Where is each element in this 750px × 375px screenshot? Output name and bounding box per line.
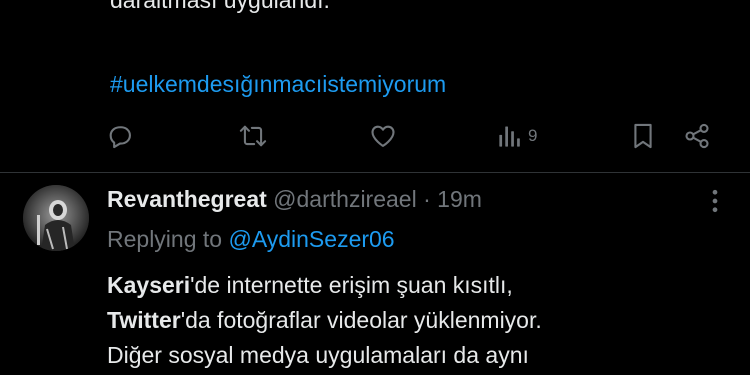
separator-dot: · (423, 186, 431, 212)
line-text: 'de internette erişim şuan kısıtlı, (190, 272, 513, 298)
previous-tweet-text: daraltması uygulandı. (110, 0, 330, 13)
reply-header: Revanthegreat @darthzireael · 19m (107, 184, 482, 214)
user-handle[interactable]: @darthzireael (273, 186, 417, 212)
heart-icon (369, 122, 397, 150)
views-bar-chart-icon (498, 123, 522, 149)
share-button[interactable] (683, 120, 711, 152)
reply-line: Kayseri'de internette erişim şuan kısıtl… (107, 268, 747, 303)
more-options-button[interactable] (700, 186, 730, 216)
tweet-divider (0, 172, 750, 173)
timestamp[interactable]: 19m (437, 186, 482, 212)
reply-button[interactable] (106, 120, 134, 152)
bold-word: Kayseri (107, 272, 191, 298)
bookmark-button[interactable] (630, 120, 656, 152)
views-button[interactable]: 9 (498, 120, 537, 152)
reply-line: Diğer sosyal medya uygulamaları da aynı (107, 338, 747, 373)
like-button[interactable] (369, 120, 397, 152)
line-text: Diğer sosyal medya uygulamaları da aynı (107, 342, 529, 368)
reply-line: Twitter'da fotoğraflar videolar yüklenmi… (107, 303, 747, 338)
line-text: 'da fotoğraflar videolar yüklenmiyor. (180, 307, 542, 333)
share-icon (683, 122, 711, 150)
retweet-icon (238, 122, 268, 150)
more-options-icon (700, 189, 730, 220)
bookmark-icon (630, 122, 656, 150)
reply-body: Kayseri'de internette erişim şuan kısıtl… (107, 268, 747, 373)
bold-word: Twitter (107, 307, 181, 333)
replying-to-mention[interactable]: @AydinSezer06 (228, 226, 394, 252)
display-name[interactable]: Revanthegreat (107, 186, 267, 212)
retweet-button[interactable] (238, 120, 268, 152)
comment-icon (106, 122, 134, 150)
replying-to-line: Replying to @AydinSezer06 (107, 224, 395, 254)
replying-prefix: Replying to (107, 226, 223, 252)
views-count: 9 (528, 126, 538, 145)
hashtag-link[interactable]: #uelkemdesığınmacıistemiyorum (110, 70, 446, 98)
avatar[interactable] (23, 185, 89, 251)
